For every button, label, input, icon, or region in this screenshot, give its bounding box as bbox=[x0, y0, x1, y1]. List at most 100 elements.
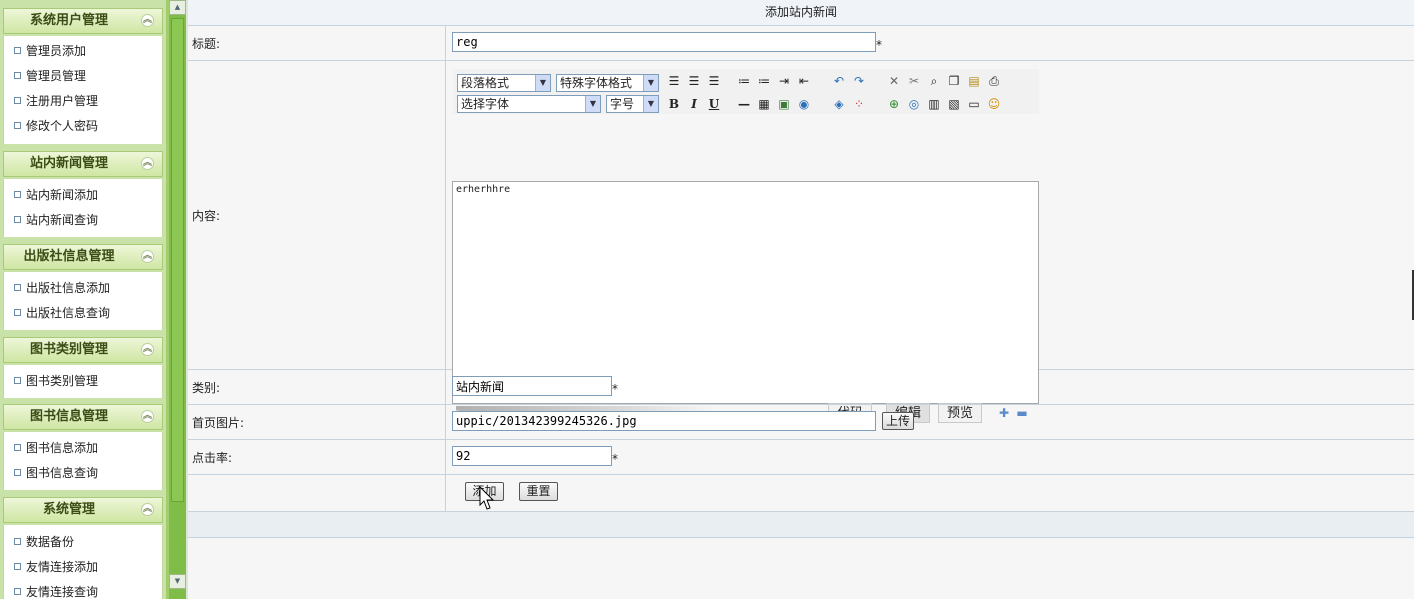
section-title: 图书信息管理 bbox=[29, 409, 108, 424]
special-format-select[interactable]: 特殊字体格式 ▼ bbox=[556, 74, 659, 92]
bullet-icon bbox=[14, 538, 21, 545]
font-select[interactable]: 选择字体 ▼ bbox=[457, 95, 601, 113]
select-value: 选择字体 bbox=[461, 97, 510, 111]
mouse-cursor-icon bbox=[479, 486, 495, 510]
section-title: 站内新闻管理 bbox=[29, 156, 108, 171]
category-input[interactable] bbox=[452, 376, 612, 396]
sidebar-item-label: 站内新闻查询 bbox=[26, 213, 99, 227]
required-mark: * bbox=[876, 38, 882, 52]
section-header-site-news[interactable]: 站内新闻管理 ︽ bbox=[3, 151, 163, 177]
color-palette-icon[interactable]: ⁘ bbox=[851, 96, 867, 112]
insert-table-icon[interactable]: ▦ bbox=[756, 96, 772, 112]
sidebar-item-link-add[interactable]: 友情连接添加 bbox=[4, 555, 162, 580]
font-size-select[interactable]: 字号 ▼ bbox=[606, 95, 659, 113]
empty-label-cell bbox=[188, 475, 446, 511]
bold-icon[interactable]: B bbox=[666, 96, 682, 112]
section-body: 出版社信息添加 出版社信息查询 bbox=[3, 272, 163, 330]
copy-icon[interactable]: ❐ bbox=[946, 73, 962, 89]
buttons-cell: 添加 重置 bbox=[446, 475, 1414, 511]
section-title: 系统用户管理 bbox=[29, 13, 108, 28]
sidebar-item-publisher-add[interactable]: 出版社信息添加 bbox=[4, 276, 162, 301]
sidebar-scrollbar[interactable]: ▲ ▼ bbox=[169, 0, 186, 599]
insert-file-icon[interactable]: ▧ bbox=[946, 96, 962, 112]
align-right-icon[interactable]: ☰ bbox=[706, 73, 722, 89]
sidebar-item-label: 管理员管理 bbox=[26, 69, 87, 83]
chevron-down-icon: ▼ bbox=[643, 75, 658, 91]
row-title: 标题: * bbox=[188, 26, 1414, 61]
paragraph-format-select[interactable]: 段落格式 ▼ bbox=[457, 74, 551, 92]
italic-icon[interactable]: I bbox=[686, 96, 702, 112]
collapse-icon[interactable]: ︽ bbox=[141, 250, 154, 263]
bullet-icon bbox=[14, 377, 21, 384]
sidebar-item-admin-manage[interactable]: 管理员管理 bbox=[4, 64, 162, 89]
select-value: 特殊字体格式 bbox=[560, 76, 633, 90]
bullet-icon bbox=[14, 588, 21, 595]
insert-date-icon[interactable]: ▭ bbox=[966, 96, 982, 112]
sidebar-item-label: 注册用户管理 bbox=[26, 94, 99, 108]
sidebar-item-change-password[interactable]: 修改个人密码 bbox=[4, 114, 162, 139]
outdent-icon[interactable]: ⇤ bbox=[796, 73, 812, 89]
sidebar-item-news-add[interactable]: 站内新闻添加 bbox=[4, 183, 162, 208]
align-left-icon[interactable]: ☰ bbox=[666, 73, 682, 89]
horizontal-rule-icon[interactable]: — bbox=[736, 96, 752, 112]
sidebar-item-admin-add[interactable]: 管理员添加 bbox=[4, 39, 162, 64]
upload-button[interactable]: 上传 bbox=[882, 412, 915, 430]
image-path-input[interactable] bbox=[452, 411, 876, 431]
indent-icon[interactable]: ⇥ bbox=[776, 73, 792, 89]
scrollbar-thumb[interactable] bbox=[171, 18, 184, 502]
sidebar-item-label: 友情连接查询 bbox=[26, 585, 99, 599]
bullet-icon bbox=[14, 216, 21, 223]
select-value: 字号 bbox=[610, 97, 635, 111]
sidebar-item-label: 图书信息添加 bbox=[26, 441, 99, 455]
insert-media-icon[interactable]: ◉ bbox=[796, 96, 812, 112]
insert-flash-icon[interactable]: ◈ bbox=[831, 96, 847, 112]
hits-cell: * bbox=[446, 440, 1414, 474]
bullet-icon bbox=[14, 97, 21, 104]
collapse-icon[interactable]: ︽ bbox=[141, 503, 154, 516]
paste-icon[interactable]: ▤ bbox=[966, 73, 982, 89]
delete-icon[interactable]: ✕ bbox=[886, 73, 902, 89]
sidebar-item-label: 出版社信息添加 bbox=[26, 281, 111, 295]
sidebar: 系统用户管理 ︽ 管理员添加 管理员管理 注册用户管理 修改个人密码 站内新闻管理… bbox=[0, 0, 166, 599]
print-icon[interactable]: ⎙ bbox=[986, 73, 1002, 89]
section-header-system-users[interactable]: 系统用户管理 ︽ bbox=[3, 8, 163, 34]
title-input[interactable] bbox=[452, 32, 876, 52]
underline-icon[interactable]: U bbox=[706, 96, 722, 112]
undo-icon[interactable]: ↶ bbox=[831, 73, 847, 89]
insert-form-icon[interactable]: ▥ bbox=[926, 96, 942, 112]
section-header-system[interactable]: 系统管理 ︽ bbox=[3, 497, 163, 523]
section-title: 图书类别管理 bbox=[29, 342, 108, 357]
scroll-down-arrow-icon[interactable]: ▼ bbox=[169, 574, 186, 589]
insert-link-icon[interactable]: ◎ bbox=[906, 96, 922, 112]
sidebar-item-label: 修改个人密码 bbox=[26, 119, 99, 133]
bullet-icon bbox=[14, 444, 21, 451]
reset-button[interactable]: 重置 bbox=[519, 482, 558, 501]
redo-icon[interactable]: ↷ bbox=[851, 73, 867, 89]
sidebar-item-book-query[interactable]: 图书信息查询 bbox=[4, 461, 162, 486]
collapse-icon[interactable]: ︽ bbox=[141, 157, 154, 170]
sidebar-item-category-manage[interactable]: 图书类别管理 bbox=[4, 369, 162, 394]
sidebar-item-news-query[interactable]: 站内新闻查询 bbox=[4, 208, 162, 233]
section-header-book-category[interactable]: 图书类别管理 ︽ bbox=[3, 337, 163, 363]
sidebar-item-backup[interactable]: 数据备份 bbox=[4, 530, 162, 555]
sidebar-item-registered-users[interactable]: 注册用户管理 bbox=[4, 89, 162, 114]
hits-input[interactable] bbox=[452, 446, 612, 466]
cut-icon[interactable]: ✂ bbox=[906, 73, 922, 89]
ordered-list-icon[interactable]: ≔ bbox=[736, 73, 752, 89]
sidebar-item-book-add[interactable]: 图书信息添加 bbox=[4, 436, 162, 461]
section-header-book-info[interactable]: 图书信息管理 ︽ bbox=[3, 404, 163, 430]
collapse-icon[interactable]: ︽ bbox=[141, 410, 154, 423]
sidebar-item-publisher-query[interactable]: 出版社信息查询 bbox=[4, 301, 162, 326]
main-content: 添加站内新闻 标题: * 内容: 段落格式 ▼ 特殊字体格式 ▼ 选择字体 ▼ 字号 ▼… bbox=[188, 0, 1414, 599]
align-center-icon[interactable]: ☰ bbox=[686, 73, 702, 89]
section-header-publisher[interactable]: 出版社信息管理 ︽ bbox=[3, 244, 163, 270]
emoticon-icon[interactable]: ☺ bbox=[986, 96, 1002, 112]
collapse-icon[interactable]: ︽ bbox=[141, 343, 154, 356]
collapse-icon[interactable]: ︽ bbox=[141, 14, 154, 27]
scroll-up-arrow-icon[interactable]: ▲ bbox=[169, 0, 186, 15]
unordered-list-icon[interactable]: ≔ bbox=[756, 73, 772, 89]
insert-special-icon[interactable]: ⊕ bbox=[886, 96, 902, 112]
insert-image-icon[interactable]: ▣ bbox=[776, 96, 792, 112]
find-icon[interactable]: ⌕ bbox=[926, 73, 942, 89]
sidebar-item-link-query[interactable]: 友情连接查询 bbox=[4, 580, 162, 599]
